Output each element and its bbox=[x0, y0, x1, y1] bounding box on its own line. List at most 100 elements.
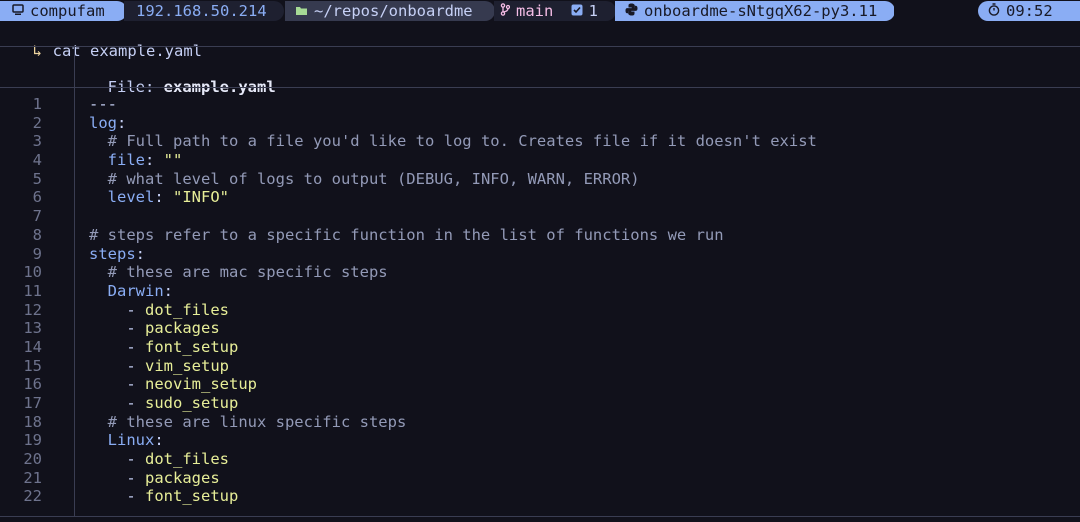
code-line: 19 Linux: bbox=[0, 431, 1080, 450]
line-text: - sudo_setup bbox=[89, 394, 238, 413]
code-line: 15 - vim_setup bbox=[0, 357, 1080, 376]
token-key: file bbox=[107, 151, 145, 170]
line-text: steps: bbox=[89, 245, 145, 264]
code-line: 22 - font_setup bbox=[0, 487, 1080, 506]
token-punct: : bbox=[145, 151, 164, 170]
token-key: steps bbox=[89, 244, 136, 263]
token-item: sudo_setup bbox=[145, 394, 239, 412]
token-dash: - bbox=[126, 356, 145, 375]
prompt-git-branch: main bbox=[516, 2, 554, 20]
line-text: - font_setup bbox=[89, 487, 238, 506]
token-comment: # steps refer to a specific function in … bbox=[89, 225, 724, 244]
code-line: 1 --- bbox=[0, 95, 1080, 114]
line-text: - font_setup bbox=[89, 338, 238, 357]
token-dash: - bbox=[126, 394, 145, 412]
folder-icon bbox=[295, 1, 308, 21]
line-text: # Full path to a file you'd like to log … bbox=[89, 132, 817, 151]
line-text: # what level of logs to output (DEBUG, I… bbox=[89, 170, 640, 189]
token-item: font_setup bbox=[145, 487, 239, 506]
token-punct: : bbox=[117, 113, 127, 132]
line-number: 3 bbox=[32, 132, 42, 151]
line-number: 11 bbox=[23, 281, 42, 300]
token-comment: # these are mac specific steps bbox=[107, 263, 388, 282]
line-number: 2 bbox=[32, 113, 42, 132]
line-number: 6 bbox=[32, 188, 42, 207]
line-text: - neovim_setup bbox=[89, 375, 257, 394]
code-line: 10 # these are mac specific steps bbox=[0, 263, 1080, 282]
bat-header-rule bbox=[0, 87, 1080, 88]
line-text: # these are mac specific steps bbox=[89, 263, 388, 282]
line-number: 17 bbox=[23, 394, 42, 412]
token-item: dot_files bbox=[145, 300, 229, 319]
prompt-directory: ~/repos/onboardme bbox=[314, 2, 473, 20]
line-number: 20 bbox=[23, 450, 42, 469]
line-number: 19 bbox=[23, 431, 42, 450]
line-text: - vim_setup bbox=[89, 357, 229, 376]
prompt-time-segment: 09:52 bbox=[978, 1, 1080, 21]
token-item: vim_setup bbox=[145, 356, 229, 375]
prompt-python-env: onboardme-sNtgqX62-py3.11 bbox=[644, 2, 878, 20]
line-text: # these are linux specific steps bbox=[89, 413, 407, 432]
code-line: 18 # these are linux specific steps bbox=[0, 413, 1080, 432]
code-line: 16 - neovim_setup bbox=[0, 375, 1080, 394]
line-text: # steps refer to a specific function in … bbox=[89, 226, 724, 245]
line-text: --- bbox=[89, 95, 117, 114]
code-line: 7 bbox=[0, 207, 1080, 226]
token-dash: - bbox=[126, 300, 145, 319]
token-item: font_setup bbox=[145, 337, 239, 356]
line-text: - packages bbox=[89, 319, 220, 338]
line-number: 15 bbox=[23, 356, 42, 375]
stopwatch-icon bbox=[988, 1, 1000, 21]
prompt-ip-segment: 192.168.50.214 bbox=[124, 1, 284, 21]
line-text: level: "INFO" bbox=[89, 188, 229, 207]
code-line: 6 level: "INFO" bbox=[0, 188, 1080, 207]
line-number: 9 bbox=[32, 244, 42, 263]
line-number: 8 bbox=[32, 225, 42, 244]
token-comment: # what level of logs to output (DEBUG, I… bbox=[107, 169, 640, 188]
token-doc: --- bbox=[89, 95, 117, 113]
prompt-python-segment: onboardme-sNtgqX62-py3.11 bbox=[615, 1, 895, 21]
line-number: 13 bbox=[23, 319, 42, 338]
code-line: 20 - dot_files bbox=[0, 450, 1080, 469]
line-number: 4 bbox=[32, 151, 42, 170]
code-line: 14 - font_setup bbox=[0, 338, 1080, 357]
code-line: 4 file: "" bbox=[0, 151, 1080, 170]
token-punct: : bbox=[135, 244, 146, 263]
line-number: 18 bbox=[23, 412, 42, 431]
computer-icon bbox=[12, 1, 24, 21]
prompt-host-segment: compufam bbox=[0, 1, 127, 21]
python-icon bbox=[625, 1, 638, 21]
line-number: 5 bbox=[32, 169, 42, 188]
bat-file-header: File: example.yaml bbox=[89, 57, 276, 96]
prompt-git-status-count: 1 bbox=[588, 2, 599, 20]
prompt-arrow: ↳ bbox=[32, 42, 43, 60]
token-dash: - bbox=[126, 487, 145, 506]
line-number: 22 bbox=[23, 487, 42, 506]
line-text: - dot_files bbox=[89, 301, 229, 320]
token-dash: - bbox=[126, 319, 145, 338]
line-text: file: "" bbox=[89, 151, 183, 170]
token-dash: - bbox=[126, 337, 145, 356]
token-item: packages bbox=[145, 319, 220, 338]
code-line: 13 - packages bbox=[0, 319, 1080, 338]
command-line[interactable]: ↳ cat example.yaml bbox=[0, 21, 202, 60]
line-text: Darwin: bbox=[89, 282, 173, 301]
code-line: 3 # Full path to a file you'd like to lo… bbox=[0, 132, 1080, 151]
line-number: 12 bbox=[23, 300, 42, 319]
line-number: 7 bbox=[32, 207, 42, 226]
code-line: 21 - packages bbox=[0, 469, 1080, 488]
code-line: 17 - sudo_setup bbox=[0, 394, 1080, 413]
line-number: 21 bbox=[23, 468, 42, 487]
